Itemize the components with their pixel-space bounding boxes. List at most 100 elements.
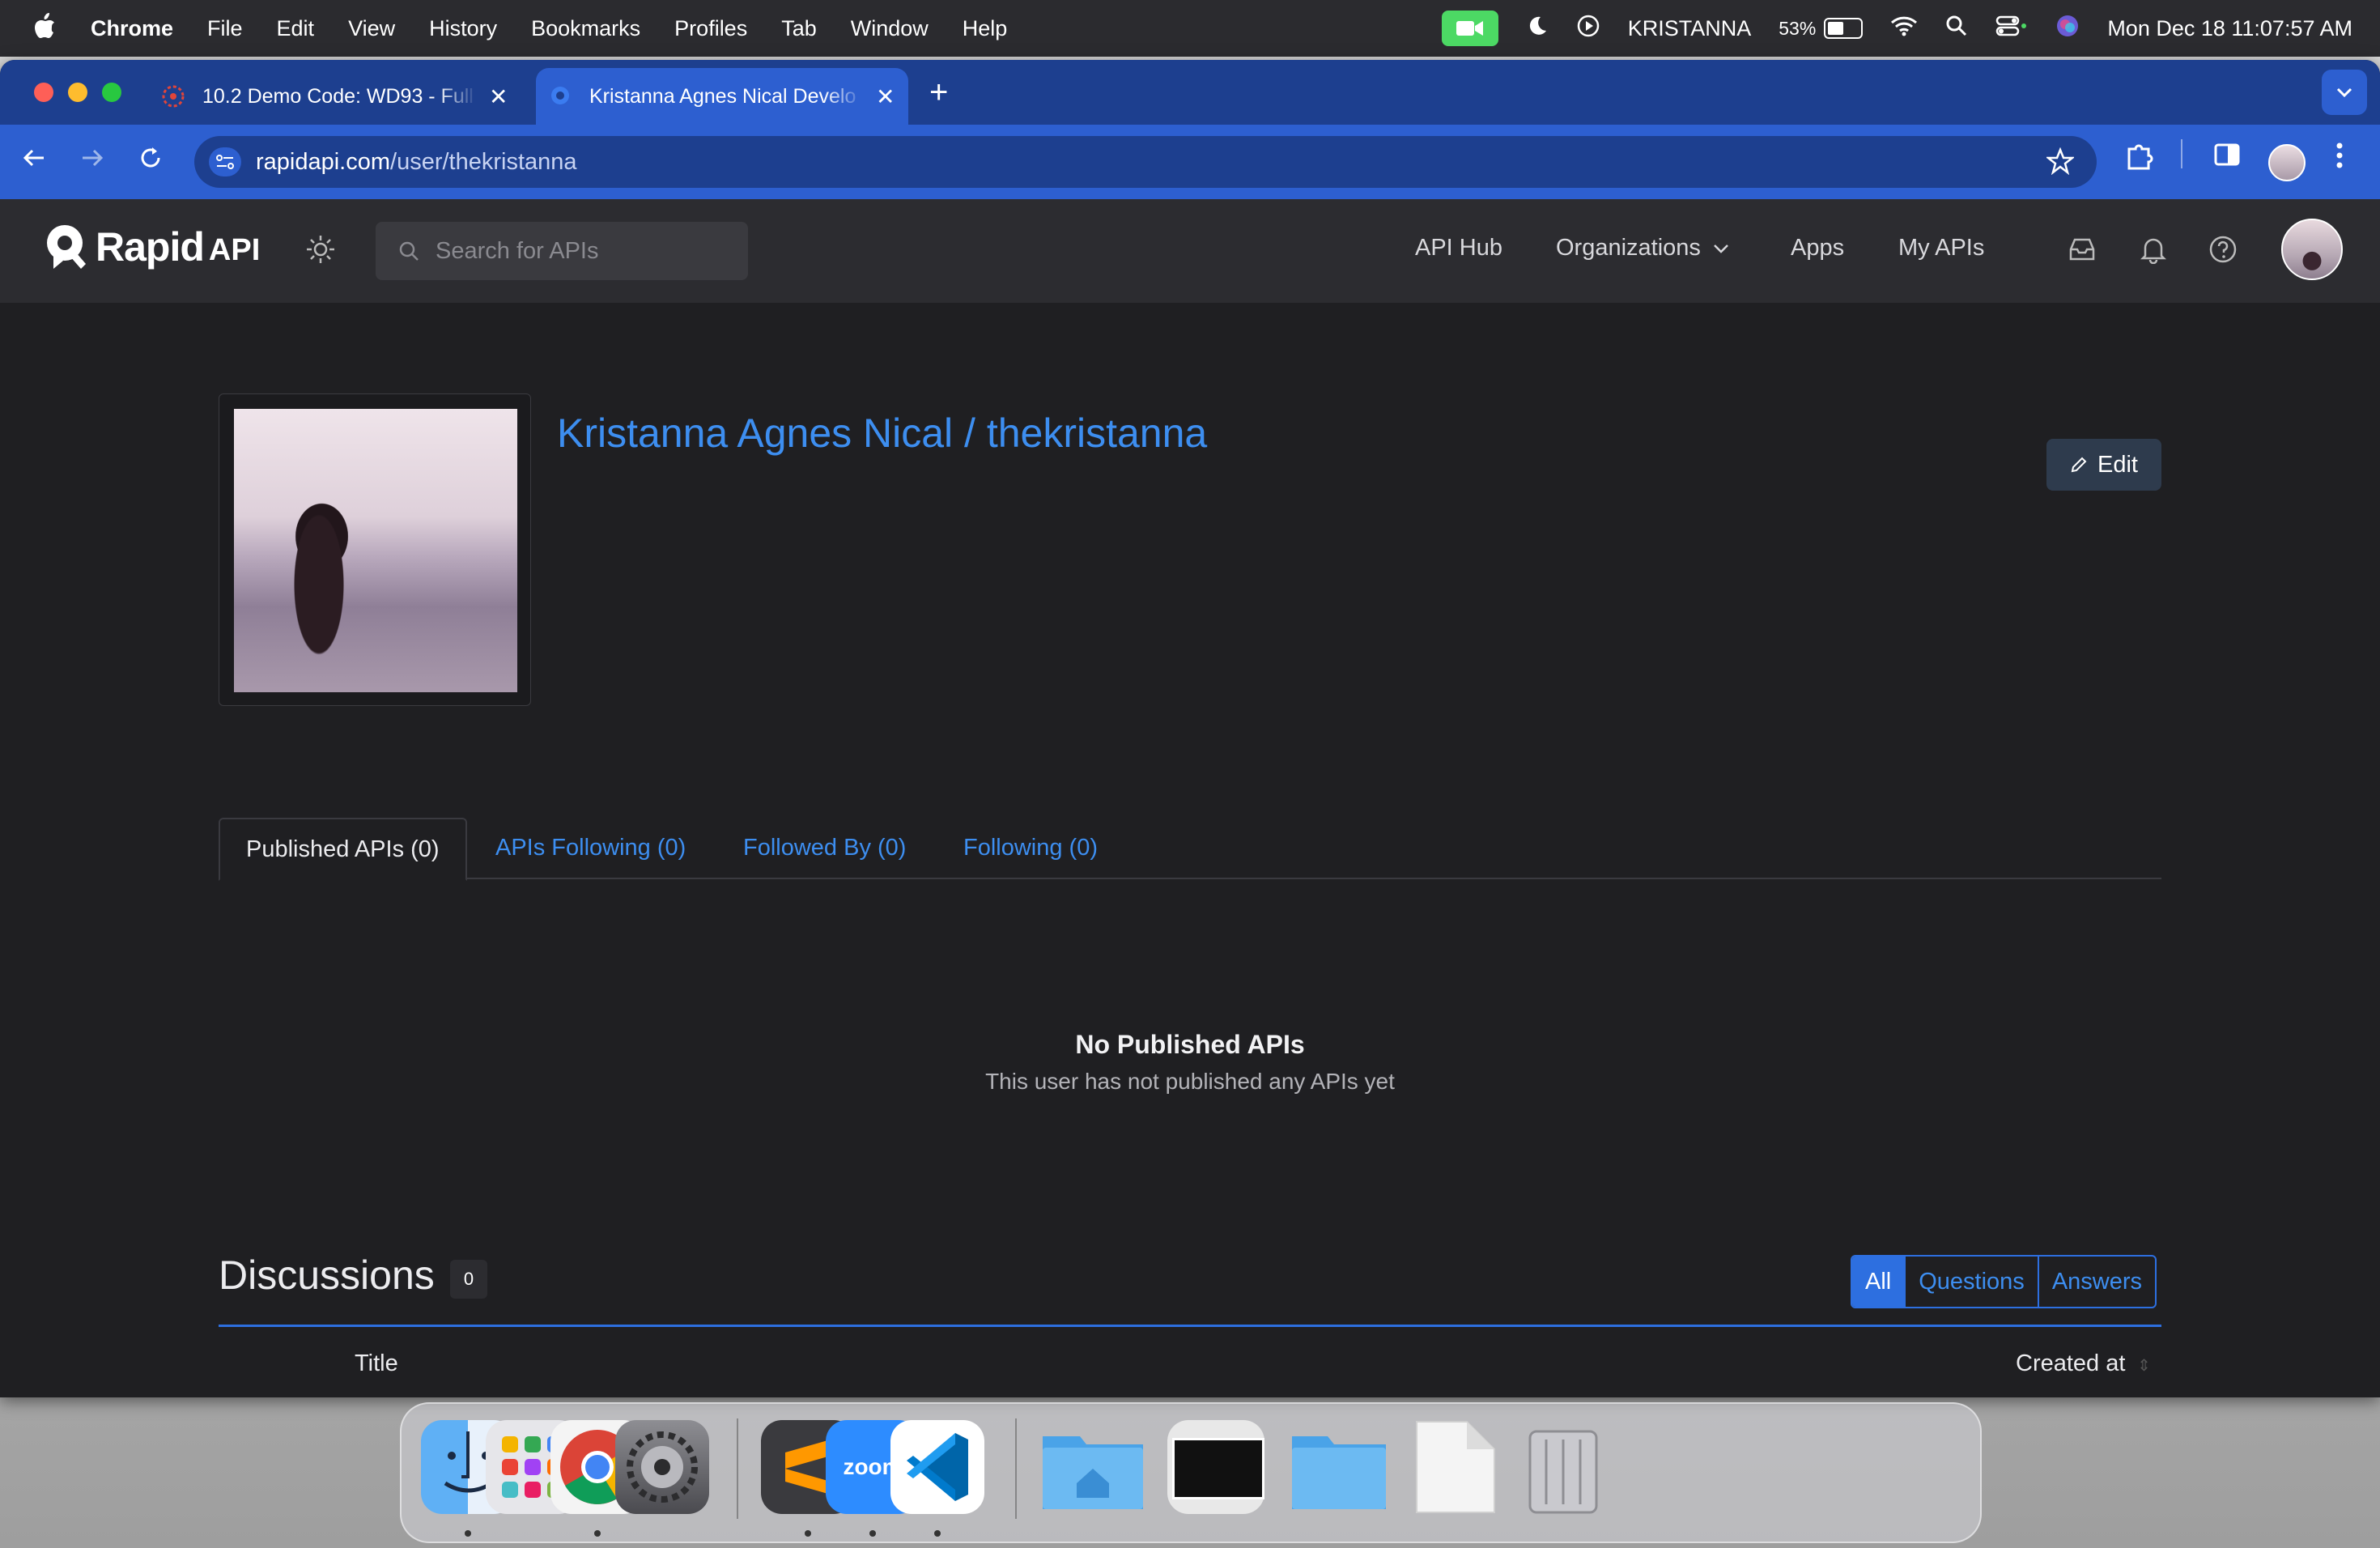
close-tab-icon[interactable]: ✕: [489, 83, 508, 110]
running-indicator: [805, 1530, 811, 1537]
menubar-username[interactable]: KRISTANNA: [1628, 16, 1752, 41]
sort-icon[interactable]: ⇕: [2137, 1355, 2151, 1376]
api-search-box[interactable]: [376, 222, 748, 280]
arrow-left-icon: [23, 149, 44, 167]
running-indicator: [869, 1530, 876, 1537]
edit-profile-button[interactable]: Edit: [2046, 439, 2161, 491]
side-panel-icon[interactable]: [2213, 141, 2241, 172]
mac-menu-bar: Chrome File Edit View History Bookmarks …: [0, 0, 2380, 57]
tab-strip: 10.2 Demo Code: WD93 - Full ✕ Kristanna …: [0, 60, 2380, 125]
reload-button[interactable]: [138, 144, 164, 178]
apple-icon[interactable]: [32, 12, 57, 45]
zoom-window-button[interactable]: [102, 83, 121, 102]
menu-view[interactable]: View: [348, 16, 395, 41]
menu-history[interactable]: History: [429, 16, 497, 41]
column-header-title[interactable]: Title: [355, 1350, 398, 1377]
menu-profiles[interactable]: Profiles: [674, 16, 747, 41]
nav-my-apis[interactable]: My APIs: [1898, 235, 1984, 262]
minimize-window-button[interactable]: [68, 83, 87, 102]
new-tab-button[interactable]: +: [929, 74, 948, 111]
menu-bookmarks[interactable]: Bookmarks: [531, 16, 640, 41]
vscode-icon[interactable]: [890, 1420, 984, 1514]
address-bar[interactable]: rapidapi.com/user/thekristanna: [194, 136, 2097, 188]
arrow-right-icon: [83, 149, 104, 167]
theme-toggle-sun-icon[interactable]: [304, 233, 337, 270]
filter-questions-button[interactable]: Questions: [1904, 1257, 2038, 1307]
extensions-icon[interactable]: [2126, 141, 2155, 177]
chevron-down-icon: [2336, 87, 2352, 98]
reload-icon: [141, 147, 160, 168]
discussions-heading: Discussions: [219, 1252, 435, 1298]
profile-photo-frame: [219, 393, 531, 706]
tab-search-button[interactable]: [2322, 70, 2367, 115]
browser-toolbar: rapidapi.com/user/thekristanna: [0, 125, 2380, 199]
folder-icon[interactable]: [1289, 1420, 1389, 1514]
running-indicator: [594, 1530, 601, 1537]
document-icon[interactable]: [1410, 1420, 1499, 1514]
rapidapi-logo[interactable]: Rapid API: [45, 223, 260, 270]
profile-page: Kristanna Agnes Nical / thekristanna Edi…: [0, 303, 2380, 1397]
facetime-video-icon[interactable]: [1441, 11, 1498, 46]
toolbar-divider: [2181, 139, 2182, 168]
video-thumbnail: [1172, 1438, 1264, 1499]
browser-tab-canvas[interactable]: 10.2 Demo Code: WD93 - Full ✕: [155, 68, 528, 125]
wifi-icon[interactable]: [1890, 15, 1918, 42]
forward-button[interactable]: [79, 144, 105, 178]
menu-help[interactable]: Help: [963, 16, 1008, 41]
nav-api-hub[interactable]: API Hub: [1415, 235, 1502, 262]
chevron-down-icon: [1714, 244, 1728, 253]
video-thumbnail-icon[interactable]: [1167, 1420, 1264, 1514]
menu-window[interactable]: Window: [851, 16, 929, 41]
discussions-count-badge: 0: [450, 1260, 487, 1299]
tab-published-apis[interactable]: Published APIs (0): [219, 818, 467, 881]
discussions-divider: [219, 1325, 2161, 1327]
menu-tab[interactable]: Tab: [781, 16, 817, 41]
filter-all-button[interactable]: All: [1852, 1257, 1905, 1307]
control-center-icon[interactable]: [1995, 15, 2028, 43]
system-settings-icon[interactable]: [615, 1420, 709, 1514]
menu-app-name[interactable]: Chrome: [91, 16, 173, 41]
logo-text-api: API: [208, 232, 261, 267]
close-tab-icon[interactable]: ✕: [876, 83, 895, 110]
menubar-clock[interactable]: Mon Dec 18 11:07:57 AM: [2107, 16, 2352, 41]
browser-tab-rapidapi[interactable]: Kristanna Agnes Nical Develo ✕: [536, 68, 908, 125]
profile-photo: [234, 409, 517, 692]
chrome-profile-avatar[interactable]: [2268, 144, 2306, 181]
tab-apis-following[interactable]: APIs Following (0): [495, 818, 686, 878]
trash-icon[interactable]: [1519, 1420, 1608, 1514]
menu-file[interactable]: File: [207, 16, 243, 41]
home-folder-icon[interactable]: [1039, 1420, 1146, 1514]
tab-followed-by[interactable]: Followed By (0): [743, 818, 906, 878]
tab-following[interactable]: Following (0): [963, 818, 1098, 878]
user-avatar[interactable]: [2281, 219, 2343, 280]
close-window-button[interactable]: [34, 83, 53, 102]
menu-edit[interactable]: Edit: [277, 16, 315, 41]
site-info-icon[interactable]: [209, 147, 241, 176]
profile-name-heading[interactable]: Kristanna Agnes Nical / thekristanna: [557, 410, 1207, 457]
running-indicator: [465, 1530, 471, 1537]
battery-fill: [1828, 22, 1844, 35]
help-icon[interactable]: [2208, 235, 2238, 268]
search-input[interactable]: [434, 236, 745, 266]
bell-icon[interactable]: [2139, 235, 2168, 268]
spotlight-search-icon[interactable]: [1945, 15, 1968, 43]
filter-answers-button[interactable]: Answers: [2037, 1257, 2155, 1307]
nav-organizations[interactable]: Organizations: [1556, 235, 1730, 262]
bookmark-star-icon[interactable]: [2045, 147, 2076, 181]
back-button[interactable]: [21, 144, 47, 178]
search-icon: [399, 241, 419, 261]
moon-icon[interactable]: [1526, 15, 1549, 43]
chrome-menu-icon[interactable]: [2335, 141, 2344, 174]
dock-separator: [737, 1418, 738, 1519]
pencil-icon: [2071, 457, 2087, 473]
siri-icon[interactable]: [2055, 14, 2080, 44]
nav-apps[interactable]: Apps: [1791, 235, 1844, 262]
mac-dock: zoom: [400, 1402, 1982, 1543]
profile-tabs: Published APIs (0) APIs Following (0) Fo…: [219, 818, 2161, 881]
url-domain: rapidapi.com: [256, 148, 391, 175]
battery-status[interactable]: 53%: [1779, 17, 1864, 40]
inbox-icon[interactable]: [2068, 235, 2097, 268]
play-circle-icon[interactable]: [1576, 14, 1600, 44]
column-header-created-at[interactable]: Created at: [2016, 1350, 2125, 1377]
battery-percent: 53%: [1779, 17, 1817, 39]
